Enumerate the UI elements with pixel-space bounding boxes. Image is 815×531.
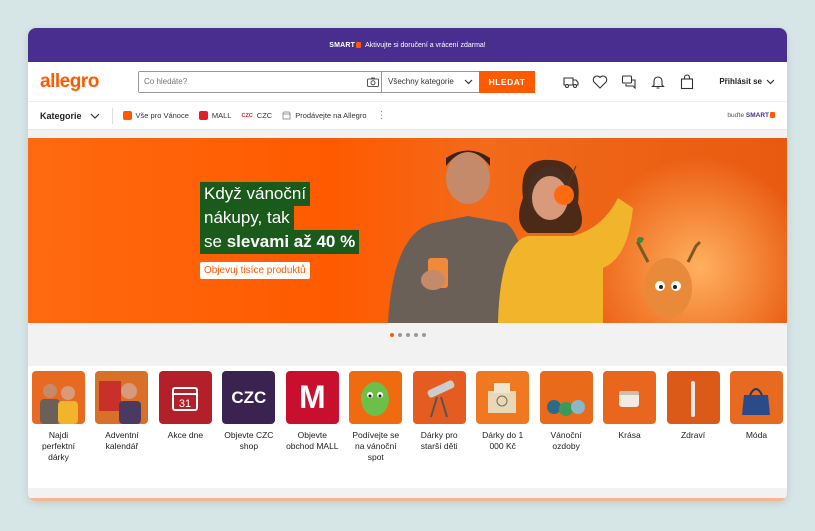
- nav-item-label: MALL: [211, 111, 232, 120]
- category-thumb: CZC: [222, 371, 276, 424]
- category-tile[interactable]: CZC Objevte CZC shop: [222, 371, 276, 488]
- category-tile[interactable]: Podívejte se na vánoční spot: [349, 371, 403, 488]
- nav-item-czc[interactable]: CZC CZC: [241, 111, 272, 120]
- header-icons: [563, 73, 695, 90]
- category-select-value: Všechny kategorie: [388, 77, 454, 86]
- category-label: Objevte obchod MALL: [286, 430, 339, 451]
- login-label: Přihlásit se: [719, 77, 762, 86]
- category-label: Dárky do 1 000 Kč: [482, 430, 524, 451]
- category-thumb: [95, 371, 149, 424]
- bottom-accent-line: [28, 498, 787, 501]
- category-tile[interactable]: Dárky pro starší děti: [412, 371, 466, 488]
- category-thumb: [349, 371, 403, 424]
- nav-item-vanoce[interactable]: Vše pro Vánoce: [122, 111, 189, 120]
- category-tile[interactable]: Najdi perfektní dárky: [32, 371, 85, 488]
- calendar-icon: 31: [172, 386, 199, 411]
- carousel-dot[interactable]: [421, 333, 426, 337]
- category-tile[interactable]: Móda: [729, 371, 783, 488]
- svg-text:31: 31: [179, 398, 191, 410]
- category-label: Móda: [745, 430, 768, 440]
- delivery-truck-icon[interactable]: [563, 74, 579, 90]
- nav-item-label: Vše pro Vánoce: [135, 111, 189, 120]
- search-input[interactable]: [139, 71, 364, 92]
- store-icon: [282, 111, 292, 120]
- promo-bar[interactable]: SMART Aktivujte si doručení a vrácení zd…: [28, 28, 787, 62]
- banner-headline-1: Když vánoční: [200, 182, 311, 206]
- mall-logo-icon: [198, 111, 208, 120]
- category-tile[interactable]: M Objevte obchod MALL: [285, 371, 339, 488]
- carousel-dot[interactable]: [397, 333, 402, 337]
- category-thumb: [32, 371, 85, 424]
- chevron-down-icon: [766, 79, 775, 84]
- categories-label: Kategorie: [40, 110, 82, 121]
- category-label: Adventní kalendář: [105, 430, 139, 451]
- gift-icon: [122, 111, 132, 120]
- category-tile[interactable]: Vánoční ozdoby: [539, 371, 593, 488]
- chevron-down-icon: [90, 113, 99, 119]
- nav-item-label: CZC: [256, 111, 273, 120]
- smart-logo: SMART: [329, 42, 362, 49]
- smart-brand: SMART: [745, 112, 769, 119]
- hero-banner[interactable]: Když vánoční nákupy, tak se slevami až 4…: [28, 138, 787, 323]
- category-thumb: [539, 371, 593, 424]
- chat-icon[interactable]: [621, 74, 637, 90]
- category-tile[interactable]: Adventní kalendář: [95, 371, 149, 488]
- more-vertical-icon[interactable]: ⋮: [377, 110, 387, 121]
- category-label: Objevte CZC shop: [224, 430, 274, 451]
- category-label: Krása: [618, 430, 641, 440]
- nav-item-label: Prodávejte na Allegro: [295, 111, 367, 120]
- bell-icon[interactable]: [650, 74, 666, 90]
- categories-menu[interactable]: Kategorie: [40, 107, 113, 124]
- category-tiles: Najdi perfektní dárky Adventní kalendář …: [28, 366, 787, 488]
- nav-item-sell[interactable]: Prodávejte na Allegro: [282, 111, 367, 120]
- category-thumb: [412, 371, 466, 424]
- heart-icon[interactable]: [592, 74, 608, 90]
- banner-headline-2: nákupy, tak: [200, 206, 294, 230]
- category-label: Dárky pro starší děti: [420, 430, 458, 451]
- category-thumb: [666, 371, 720, 424]
- category-thumb: [603, 371, 657, 424]
- browser-window: SMART Aktivujte si doručení a vrácení zd…: [28, 28, 787, 501]
- mall-logo: M: [298, 379, 326, 415]
- carousel-dot[interactable]: [389, 333, 394, 337]
- category-label: Podívejte se na vánoční spot: [352, 430, 400, 462]
- category-thumb: [729, 371, 783, 424]
- chevron-down-icon: [464, 79, 473, 84]
- czc-logo: CZC: [231, 388, 267, 407]
- category-label: Vánoční ozdoby: [550, 430, 582, 451]
- category-label: Akce dne: [167, 430, 204, 440]
- camera-icon[interactable]: [364, 71, 382, 92]
- shopping-bag-icon[interactable]: [679, 73, 695, 90]
- search-bar: Všechny kategorie HLEDAT: [138, 70, 535, 93]
- nav-item-mall[interactable]: MALL: [198, 111, 232, 120]
- category-tile[interactable]: 31 Akce dne: [158, 371, 212, 488]
- carousel-dots: [28, 329, 787, 341]
- category-thumb: [476, 371, 530, 424]
- category-thumb: M: [285, 371, 339, 424]
- search-button[interactable]: HLEDAT: [479, 70, 535, 93]
- banner-people-image: [388, 150, 702, 323]
- allegro-logo[interactable]: allegro: [40, 71, 138, 93]
- category-tile[interactable]: Krása: [603, 371, 657, 488]
- login-button[interactable]: Přihlásit se: [719, 77, 775, 86]
- category-thumb: 31: [158, 371, 212, 424]
- carousel-dot[interactable]: [405, 333, 410, 337]
- category-nav: Kategorie Vše pro Vánoce MALL CZC CZC Pr…: [28, 102, 787, 130]
- category-label: Najdi perfektní dárky: [41, 430, 76, 462]
- promo-text: Aktivujte si doručení a vrácení zdarma!: [365, 41, 486, 49]
- category-tile[interactable]: Dárky do 1 000 Kč: [476, 371, 530, 488]
- category-select[interactable]: Všechny kategorie: [382, 72, 479, 92]
- banner-cta[interactable]: Objevuj tisíce produktů: [200, 262, 310, 279]
- czc-logo-icon: CZC: [241, 112, 253, 119]
- carousel-dot[interactable]: [413, 333, 418, 337]
- header: allegro Všechny kategorie HLEDAT Přihlás…: [28, 62, 787, 102]
- smart-prefix: buďte: [727, 112, 745, 119]
- banner-headline-3: se slevami až 40 %: [200, 230, 360, 254]
- category-tile[interactable]: Zdraví: [666, 371, 720, 488]
- category-label: Zdraví: [680, 430, 706, 440]
- smart-promo-link[interactable]: buďte SMART: [727, 112, 775, 119]
